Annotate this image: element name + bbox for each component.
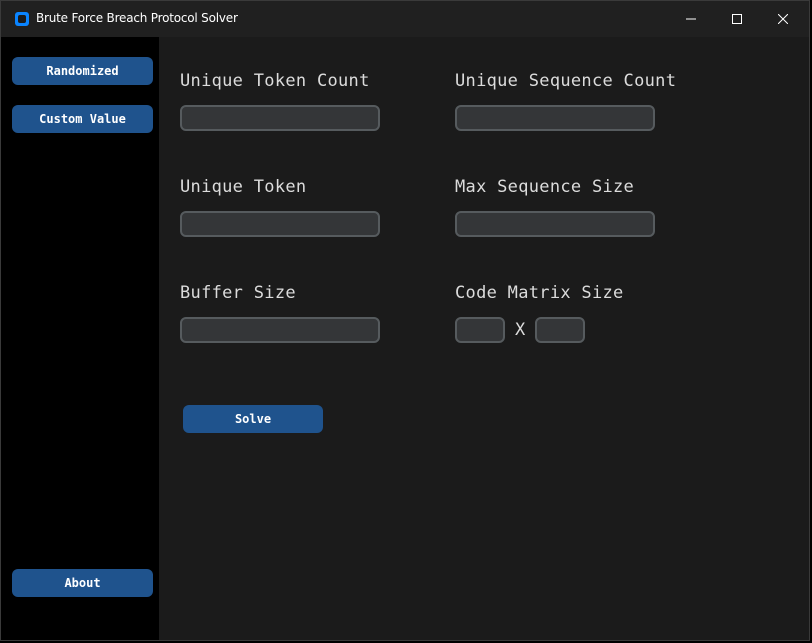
app-window: Brute Force Breach Protocol Solver Rando…	[0, 0, 810, 641]
maximize-button[interactable]	[714, 1, 760, 37]
close-button[interactable]	[760, 1, 806, 37]
matrix-size-separator: X	[515, 320, 526, 340]
buffer-size-input[interactable]	[180, 317, 380, 343]
unique-token-input[interactable]	[180, 211, 380, 237]
max-sequence-size-input[interactable]	[455, 211, 655, 237]
title-bar[interactable]: Brute Force Breach Protocol Solver	[1, 1, 809, 37]
minimize-button[interactable]	[668, 1, 714, 37]
minimize-icon	[686, 18, 696, 20]
code-matrix-size-label: Code Matrix Size	[455, 283, 624, 303]
about-button[interactable]: About	[12, 569, 153, 597]
code-matrix-cols-input[interactable]	[535, 317, 585, 343]
unique-sequence-count-label: Unique Sequence Count	[455, 71, 677, 91]
window-title: Brute Force Breach Protocol Solver	[36, 11, 238, 25]
buffer-size-label: Buffer Size	[180, 283, 296, 303]
randomized-button[interactable]: Randomized	[12, 57, 153, 85]
main-panel: Unique Token Count Unique Sequence Count…	[159, 37, 809, 640]
custom-value-button[interactable]: Custom Value	[12, 105, 153, 133]
maximize-icon	[732, 14, 742, 24]
sidebar: Randomized Custom Value About	[1, 37, 159, 640]
code-matrix-rows-input[interactable]	[455, 317, 505, 343]
unique-token-label: Unique Token	[180, 177, 307, 197]
app-icon	[15, 12, 29, 26]
unique-token-count-label: Unique Token Count	[180, 71, 370, 91]
unique-sequence-count-input[interactable]	[455, 105, 655, 131]
close-icon	[778, 14, 788, 24]
unique-token-count-input[interactable]	[180, 105, 380, 131]
solve-button[interactable]: Solve	[183, 405, 323, 433]
max-sequence-size-label: Max Sequence Size	[455, 177, 635, 197]
